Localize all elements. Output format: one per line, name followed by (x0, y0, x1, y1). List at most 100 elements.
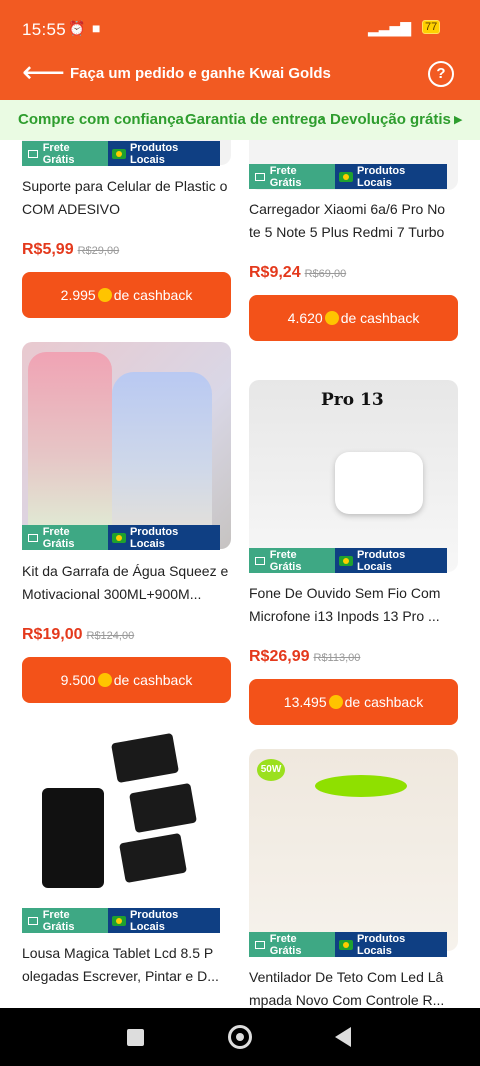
cashback-amount: 9.500 (60, 672, 96, 688)
product-price: R$19,00 R$124,00 (22, 626, 134, 644)
lcd-tablet (110, 732, 180, 784)
price-value: R$19,00 (22, 626, 83, 643)
product-badges: Frete Grátis Produtos Locais (249, 164, 449, 189)
alarm-icon: ⏰ (68, 20, 86, 36)
old-price: R$113,00 (313, 652, 361, 664)
ceiling-fan (315, 775, 407, 797)
banner-item-delivery: Garantia de entrega (185, 111, 326, 128)
product-grid: Frete Grátis Produtos Locais Suporte par… (0, 140, 480, 1008)
badge-label: Produtos Locais (356, 932, 406, 957)
coin-icon (97, 288, 112, 302)
battery-icon: 77 (422, 20, 441, 34)
product-badges: Frete Grátis Produtos Locais (22, 908, 222, 933)
truck-icon (255, 556, 265, 565)
badge-label: Frete Grátis (269, 548, 302, 573)
product-name: Kit da Garrafa de Água Squeez e Motivaci… (22, 563, 229, 602)
recent-apps-icon[interactable] (127, 1029, 144, 1046)
lcd-tablet-large (42, 788, 104, 888)
product-image: Pro 13 (249, 380, 458, 572)
free-shipping-badge: Frete Grátis (22, 525, 108, 550)
old-price: R$29,00 (77, 245, 120, 257)
truck-icon (28, 916, 38, 925)
page-title: Faça um pedido e ganhe Kwai Golds (70, 65, 331, 82)
product-badges: Frete Grátis Produtos Locais (249, 932, 449, 957)
badge-label: Produtos Locais (129, 908, 179, 933)
brazil-flag-icon (339, 939, 353, 950)
help-icon[interactable]: ? (428, 61, 454, 87)
wattage-badge: 50W (257, 759, 285, 781)
cashback-button[interactable]: 2.995 de cashback (22, 272, 231, 318)
system-nav-bar (0, 1008, 480, 1066)
price-value: R$9,24 (249, 264, 301, 281)
truck-icon (28, 149, 38, 158)
brazil-flag-icon (339, 555, 353, 566)
image-caption: Pro 13 (321, 390, 384, 410)
lcd-tablet (128, 782, 198, 834)
earbuds-case (335, 452, 423, 514)
badge-label: Produtos Locais (129, 141, 179, 166)
cashback-button[interactable]: 9.500 de cashback (22, 657, 231, 703)
badge-label: Frete Grátis (269, 164, 302, 189)
cashback-label: de cashback (344, 694, 424, 710)
product-name: Suporte para Celular de Plastic o COM AD… (22, 178, 228, 217)
brazil-flag-icon (339, 171, 353, 182)
banner-item-trust: Compre com confiança (18, 111, 184, 128)
truck-icon (28, 533, 38, 542)
cashback-label: de cashback (113, 287, 193, 303)
local-products-badge: Produtos Locais (108, 525, 220, 550)
product-badges: Frete Grátis Produtos Locais (22, 525, 222, 550)
badge-label: Frete Grátis (42, 141, 75, 166)
back-icon[interactable] (335, 1027, 351, 1047)
cashback-label: de cashback (113, 672, 193, 688)
back-arrow-icon[interactable]: ⟵ (22, 56, 65, 92)
free-shipping-badge: Frete Grátis (249, 548, 335, 573)
product-name: Carregador Xiaomi 6a/6 Pro No te 5 Note … (249, 201, 446, 240)
chevron-right-icon[interactable]: ▶ (454, 113, 462, 126)
coin-icon (324, 311, 339, 325)
old-price: R$124,00 (86, 630, 135, 642)
product-badges: Frete Grátis Produtos Locais (22, 141, 222, 166)
local-products-badge: Produtos Locais (335, 164, 447, 189)
cashback-amount: 13.495 (283, 694, 327, 710)
badge-label: Frete Grátis (269, 932, 302, 957)
cashback-button[interactable]: 13.495 de cashback (249, 679, 458, 725)
video-icon: ■ (92, 20, 101, 36)
old-price: R$69,00 (304, 268, 347, 280)
coin-icon (328, 695, 343, 709)
brazil-flag-icon (112, 532, 126, 543)
price-value: R$26,99 (249, 648, 310, 665)
local-products-badge: Produtos Locais (108, 908, 220, 933)
badge-label: Produtos Locais (356, 548, 406, 573)
cashback-amount: 4.620 (287, 310, 323, 326)
product-image (22, 342, 231, 549)
page-header: ⟵ Faça um pedido e ganhe Kwai Golds ? (0, 48, 480, 100)
coin-icon (97, 673, 112, 687)
product-name: Ventilador De Teto Com Led Lâ mpada Novo… (249, 969, 445, 1008)
product-name: Fone De Ouvido Sem Fio Com Microfone i13… (249, 585, 441, 624)
cashback-amount: 2.995 (60, 287, 96, 303)
truck-icon (255, 940, 265, 949)
brazil-flag-icon (112, 148, 126, 159)
water-bottle-pink (28, 352, 112, 542)
badge-label: Frete Grátis (42, 908, 75, 933)
brazil-flag-icon (112, 915, 126, 926)
home-icon[interactable] (228, 1025, 252, 1049)
cashback-label: de cashback (340, 310, 420, 326)
product-price: R$5,99 R$29,00 (22, 241, 119, 259)
badge-label: Produtos Locais (356, 164, 406, 189)
product-name: Lousa Magica Tablet Lcd 8.5 P olegadas E… (22, 945, 219, 984)
status-time: 15:55 (22, 20, 67, 39)
product-image (22, 728, 231, 928)
free-shipping-badge: Frete Grátis (22, 908, 108, 933)
truck-icon (255, 172, 265, 181)
local-products-badge: Produtos Locais (108, 141, 220, 166)
banner-separator: · (320, 111, 325, 128)
product-price: R$9,24 R$69,00 (249, 264, 346, 282)
product-price: R$26,99 R$113,00 (249, 648, 360, 666)
product-badges: Frete Grátis Produtos Locais (249, 548, 449, 573)
price-value: R$5,99 (22, 241, 74, 258)
water-bottle-blue (112, 372, 212, 548)
local-products-badge: Produtos Locais (335, 548, 447, 573)
cashback-button[interactable]: 4.620 de cashback (249, 295, 458, 341)
free-shipping-badge: Frete Grátis (249, 164, 335, 189)
